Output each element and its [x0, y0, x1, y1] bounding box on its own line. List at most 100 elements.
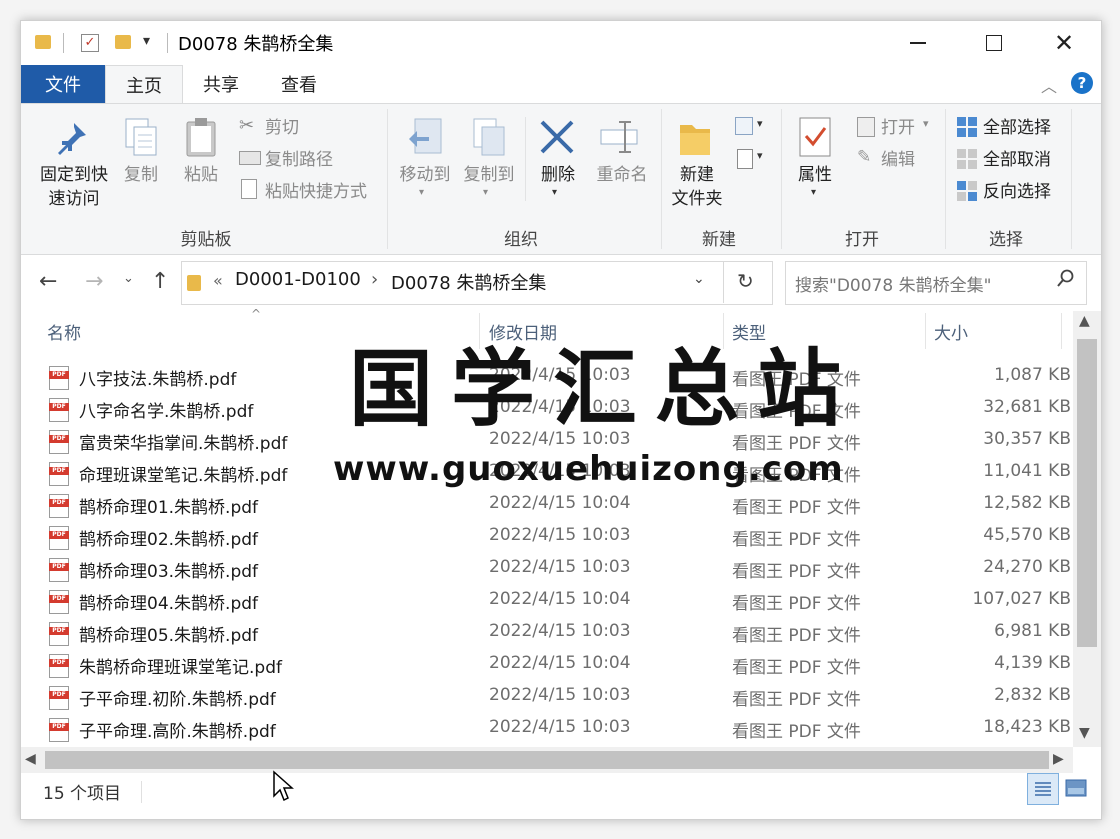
address-dropdown-icon[interactable]: ⌄ — [693, 271, 705, 287]
back-arrow-icon[interactable]: ← — [39, 269, 57, 294]
file-date: 2022/4/15 10:03 — [489, 525, 631, 545]
breadcrumb-current-folder[interactable]: D0078 朱鹊桥全集 — [391, 269, 546, 295]
column-header-size[interactable]: 大小 — [934, 319, 968, 347]
tab-view[interactable]: 查看 — [261, 65, 337, 103]
file-size: 32,681 KB — [983, 397, 1071, 417]
scroll-down-icon[interactable]: ▼ — [1079, 725, 1090, 741]
tab-share[interactable]: 共享 — [183, 65, 259, 103]
folder-icon — [35, 35, 51, 49]
group-label-organize: 组织 — [504, 230, 538, 250]
details-view-button[interactable] — [1027, 773, 1059, 805]
table-row[interactable]: PDF 鹊桥命理01.朱鹊桥.pdf 2022/4/15 10:04 看图王 PDF … — [41, 489, 1071, 521]
chevron-down-icon: ▾ — [483, 187, 489, 198]
file-name: 八字命名学.朱鹊桥.pdf — [79, 402, 254, 422]
delete-button[interactable]: 删除 — [533, 163, 583, 187]
pdf-file-icon: PDF — [49, 462, 69, 486]
file-date: 2022/4/15 10:03 — [489, 621, 631, 641]
pin-to-quick-access-button[interactable]: 固定到快 速访问 — [29, 163, 119, 211]
cut-button[interactable]: 剪切 — [265, 113, 299, 138]
new-folder-label-line1: 新建 — [680, 165, 714, 185]
minimize-button[interactable] — [895, 21, 941, 65]
up-arrow-icon[interactable]: ↑ — [151, 269, 169, 294]
file-size: 24,270 KB — [983, 557, 1071, 577]
tab-file[interactable]: 文件 — [21, 65, 105, 103]
chevron-down-icon: ▾ — [811, 187, 817, 198]
edit-pencil-icon: ✎ — [857, 147, 872, 167]
edit-button[interactable]: 编辑 — [881, 145, 915, 170]
file-name: 鹊桥命理05.朱鹊桥.pdf — [79, 626, 259, 646]
mouse-cursor-icon — [272, 770, 294, 806]
pdf-file-icon: PDF — [49, 366, 69, 390]
divider — [387, 109, 388, 249]
scroll-right-icon[interactable]: ▶ — [1053, 751, 1064, 767]
file-size: 6,981 KB — [994, 621, 1071, 641]
large-icons-view-icon — [1065, 779, 1087, 797]
move-to-button[interactable]: 移动到 — [393, 163, 457, 187]
refresh-icon[interactable]: ↻ — [737, 269, 754, 293]
close-button[interactable]: ✕ — [1041, 21, 1087, 65]
column-header-name[interactable]: 名称 — [47, 319, 81, 347]
table-row[interactable]: PDF 子平命理.初阶.朱鹊桥.pdf 2022/4/15 10:03 看图王 PDF… — [41, 681, 1071, 713]
file-name: 鹊桥命理04.朱鹊桥.pdf — [79, 594, 259, 614]
table-row[interactable]: PDF 鹊桥命理05.朱鹊桥.pdf 2022/4/15 10:03 看图王 PDF … — [41, 617, 1071, 649]
easy-access-icon[interactable] — [737, 149, 753, 169]
scroll-up-icon[interactable]: ▲ — [1079, 313, 1090, 329]
rename-button[interactable]: 重命名 — [591, 163, 653, 187]
scroll-left-icon[interactable]: ◀ — [25, 751, 36, 767]
search-icon[interactable] — [1057, 269, 1075, 293]
forward-arrow-icon[interactable]: → — [85, 269, 103, 294]
recent-locations-icon[interactable]: ⌄ — [123, 271, 134, 286]
group-label-clipboard: 剪贴板 — [180, 230, 232, 250]
divider — [63, 33, 64, 53]
help-icon[interactable]: ? — [1071, 72, 1093, 94]
new-item-icon[interactable] — [735, 117, 753, 135]
new-folder-quick-icon[interactable] — [115, 35, 131, 49]
column-divider[interactable] — [1061, 313, 1062, 349]
new-folder-button[interactable]: 新建 文件夹 — [665, 163, 729, 211]
file-date: 2022/4/15 10:03 — [489, 557, 631, 577]
maximize-button[interactable] — [971, 21, 1017, 65]
collapse-ribbon-icon[interactable]: ︿ — [1041, 73, 1057, 97]
select-all-button[interactable]: 全部选择 — [983, 113, 1051, 138]
paste-button[interactable]: 粘贴 — [177, 163, 225, 187]
breadcrumb-separator: › — [371, 269, 379, 290]
properties-button[interactable]: 属性 — [791, 163, 839, 187]
file-name: 子平命理.高阶.朱鹊桥.pdf — [79, 722, 276, 742]
chevron-down-icon: ▾ — [923, 117, 929, 130]
table-row[interactable]: PDF 鹊桥命理02.朱鹊桥.pdf 2022/4/15 10:03 看图王 PDF … — [41, 521, 1071, 553]
invert-selection-button[interactable]: 反向选择 — [983, 177, 1051, 202]
customize-quick-access-icon[interactable]: ▾ — [143, 33, 150, 49]
pdf-file-icon: PDF — [49, 494, 69, 518]
select-all-icon — [957, 117, 977, 137]
pin-label-line1: 固定到快 — [40, 165, 108, 185]
file-type: 看图王 PDF 文件 — [732, 594, 861, 614]
status-item-count: 15 个项目 — [43, 784, 122, 804]
group-label-new: 新建 — [702, 230, 736, 250]
watermark-title: 国学汇总站 — [349, 340, 860, 438]
file-size: 30,357 KB — [983, 429, 1071, 449]
copy-button[interactable]: 复制 — [117, 163, 165, 187]
large-icons-view-button[interactable] — [1061, 773, 1091, 803]
vertical-scroll-thumb[interactable] — [1077, 339, 1097, 647]
paste-shortcut-icon — [241, 179, 257, 199]
file-type: 看图王 PDF 文件 — [732, 530, 861, 550]
table-row[interactable]: PDF 鹊桥命理03.朱鹊桥.pdf 2022/4/15 10:03 看图王 PDF … — [41, 553, 1071, 585]
table-row[interactable]: PDF 子平命理.高阶.朱鹊桥.pdf 2022/4/15 10:03 看图王 PDF… — [41, 713, 1071, 745]
properties-check-icon[interactable]: ✓ — [81, 34, 99, 52]
pin-icon — [51, 119, 91, 159]
horizontal-scroll-thumb[interactable] — [45, 751, 1049, 769]
new-folder-icon — [675, 115, 715, 159]
file-name: 命理班课堂笔记.朱鹊桥.pdf — [79, 466, 288, 486]
file-name: 鹊桥命理02.朱鹊桥.pdf — [79, 530, 259, 550]
copy-to-button[interactable]: 复制到 — [457, 163, 521, 187]
paste-shortcut-button[interactable]: 粘贴快捷方式 — [265, 177, 367, 202]
tab-home[interactable]: 主页 — [105, 65, 183, 104]
open-button[interactable]: 打开 — [881, 113, 915, 138]
breadcrumb-d0001-d0100[interactable]: D0001-D0100 — [235, 269, 361, 290]
column-divider[interactable] — [925, 313, 926, 349]
copy-path-button[interactable]: 复制路径 — [265, 145, 333, 170]
table-row[interactable]: PDF 朱鹊桥命理班课堂笔记.pdf 2022/4/15 10:04 看图王 PDF … — [41, 649, 1071, 681]
table-row[interactable]: PDF 鹊桥命理04.朱鹊桥.pdf 2022/4/15 10:04 看图王 PDF … — [41, 585, 1071, 617]
select-none-button[interactable]: 全部取消 — [983, 145, 1051, 170]
overflow-chevron[interactable]: « — [213, 271, 223, 290]
